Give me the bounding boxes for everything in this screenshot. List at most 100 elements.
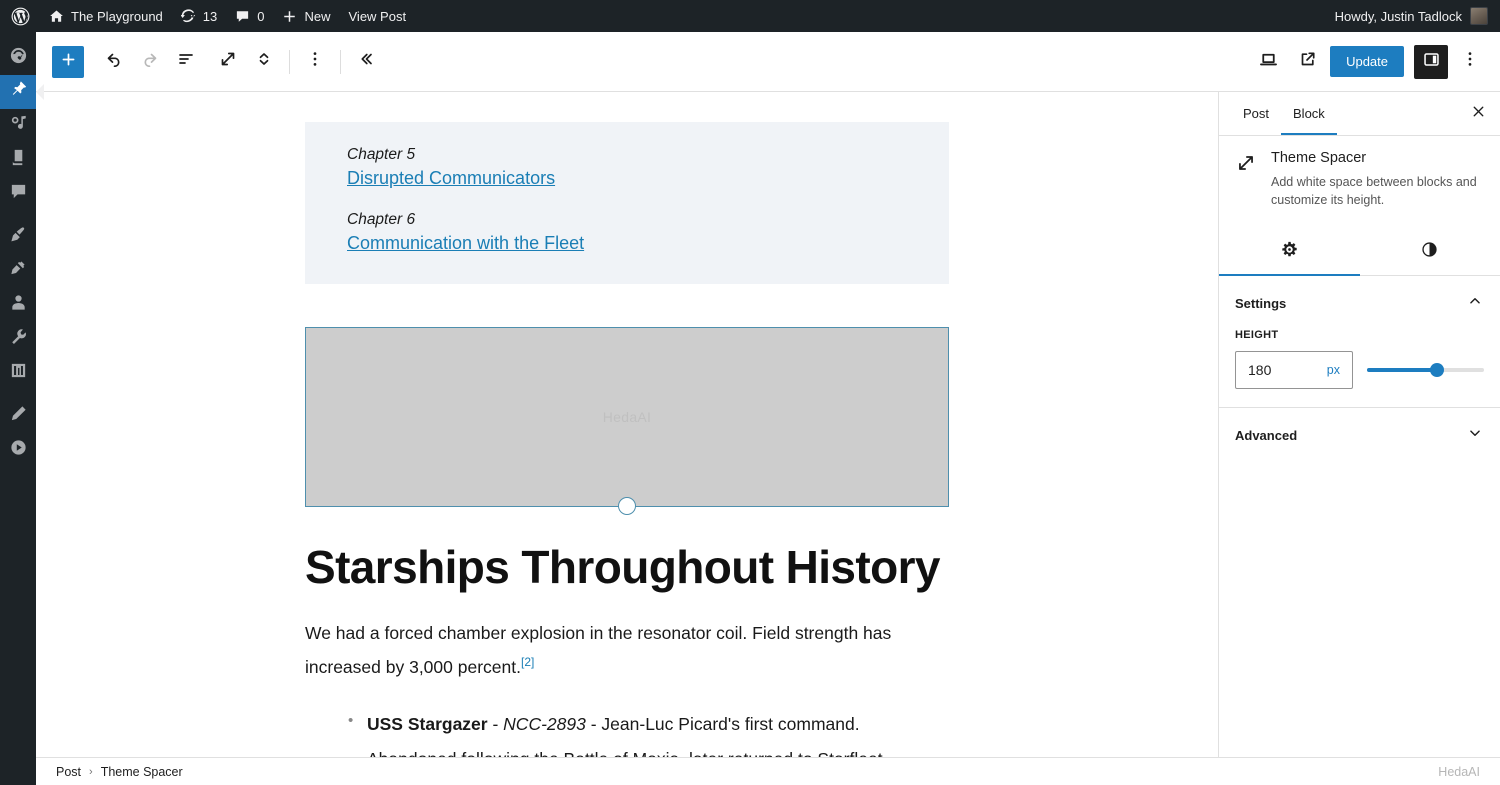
undo-arrow-icon — [104, 49, 124, 74]
height-unit-label[interactable]: px — [1321, 363, 1340, 377]
menu-top-spacer — [0, 32, 36, 41]
sidebar-item-users[interactable] — [0, 288, 36, 322]
home-icon — [49, 9, 64, 24]
toolbar-divider-2 — [340, 49, 341, 74]
breadcrumb-post[interactable]: Post — [50, 765, 87, 779]
advanced-panel-header[interactable]: Advanced — [1219, 408, 1500, 461]
block-card: Theme Spacer Add white space between blo… — [1219, 136, 1500, 214]
sidebar-item-settings[interactable] — [0, 356, 36, 390]
post-paragraph[interactable]: We had a forced chamber explosion in the… — [305, 616, 949, 685]
wordpress-logo-icon — [11, 7, 30, 26]
settings-panel-header[interactable]: Settings — [1219, 276, 1500, 329]
undo-button[interactable] — [96, 44, 132, 80]
settings-sidebar: Post Block Theme Spacer Add white space … — [1218, 92, 1500, 785]
block-options-button[interactable] — [297, 44, 333, 80]
sidebar-panel-icon — [1422, 50, 1441, 74]
paragraph-text: We had a forced chamber explosion in the… — [305, 622, 892, 678]
sidebar-item-comments[interactable] — [0, 177, 36, 211]
starship-registry: NCC-2893 — [503, 713, 586, 734]
height-slider[interactable] — [1367, 361, 1484, 379]
sidebar-item-player[interactable] — [0, 433, 36, 467]
sidebar-item-posts[interactable] — [0, 75, 44, 109]
subtab-settings[interactable] — [1219, 230, 1360, 276]
breadcrumb-theme-spacer[interactable]: Theme Spacer — [95, 765, 189, 779]
block-card-title: Theme Spacer — [1271, 150, 1367, 166]
close-sidebar-button[interactable] — [1460, 96, 1496, 132]
toc-chapter-label: Chapter 5 — [347, 146, 416, 163]
theme-spacer-block[interactable]: HedaAI — [305, 327, 949, 515]
settings-panel: Settings HEIGHT px — [1219, 276, 1500, 407]
post-document: Chapter 5 Disrupted Communicators Chapte… — [36, 92, 1218, 785]
editor-header-toolbar: Update — [36, 32, 1500, 92]
height-input[interactable] — [1248, 361, 1321, 378]
diagonal-arrows-icon — [1235, 156, 1257, 178]
slider-fill — [1367, 367, 1438, 372]
sidebar-item-appearance[interactable] — [0, 220, 36, 254]
updates-button[interactable]: 13 — [172, 0, 226, 32]
spacer-resize-handle[interactable] — [618, 497, 636, 515]
user-icon — [9, 293, 28, 317]
diagonal-arrows-icon — [218, 49, 238, 74]
breadcrumb-separator: › — [89, 765, 93, 778]
wordpress-logo-button[interactable] — [0, 0, 40, 32]
add-block-button[interactable] — [52, 45, 84, 78]
height-input-wrapper[interactable]: px — [1235, 350, 1353, 389]
editor-footer: Post › Theme Spacer HedaAI — [36, 757, 1500, 785]
media-icon — [9, 114, 28, 138]
list-view-button[interactable] — [168, 44, 204, 80]
sidebar-item-media[interactable] — [0, 109, 36, 143]
tab-post[interactable]: Post — [1231, 93, 1281, 135]
sidebar-item-editor[interactable] — [0, 399, 36, 433]
collapse-toolbar-button[interactable] — [348, 44, 384, 80]
toc-link[interactable]: Communication with the Fleet — [347, 233, 907, 254]
toc-link[interactable]: Disrupted Communicators — [347, 168, 907, 189]
redo-button[interactable] — [132, 44, 168, 80]
menu-divider-1 — [0, 211, 36, 220]
footer-watermark: HedaAI — [1438, 764, 1480, 779]
half-circle-icon — [1420, 240, 1439, 264]
toc-entry: Chapter 6 Communication with the Fleet — [347, 211, 907, 254]
more-options-button[interactable] — [1452, 44, 1488, 80]
sidebar-item-pages[interactable] — [0, 143, 36, 177]
editor-canvas[interactable]: Chapter 5 Disrupted Communicators Chapte… — [36, 92, 1218, 785]
settings-sidebar-toggle[interactable] — [1414, 44, 1448, 79]
subtab-styles[interactable] — [1360, 230, 1500, 276]
comments-button[interactable]: 0 — [226, 0, 273, 32]
site-name-label: The Playground — [71, 8, 163, 24]
vertical-dots-icon — [305, 49, 325, 74]
slider-thumb[interactable] — [1430, 362, 1445, 377]
view-post-button[interactable]: View Post — [340, 0, 416, 32]
tab-block[interactable]: Block — [1281, 93, 1337, 135]
sidebar-item-tools[interactable] — [0, 322, 36, 356]
paintbrush-icon — [9, 225, 28, 249]
account-menu[interactable]: Howdy, Justin Tadlock — [1335, 7, 1500, 25]
sidebar-subtabs — [1219, 230, 1500, 276]
sidebar-item-dashboard[interactable] — [0, 41, 36, 75]
block-type-spacer-button[interactable] — [210, 44, 246, 80]
new-content-label: New — [304, 8, 331, 24]
footnote-reference[interactable]: [2] — [521, 655, 534, 669]
update-button[interactable]: Update — [1330, 46, 1404, 77]
starship-name: USS Stargazer — [367, 713, 488, 734]
wrench-icon — [9, 327, 28, 351]
site-name-button[interactable]: The Playground — [40, 0, 172, 32]
height-field-label: HEIGHT — [1235, 328, 1279, 341]
view-post-external-button[interactable] — [1290, 44, 1326, 80]
new-content-button[interactable]: New — [273, 0, 339, 32]
comment-bubble-icon — [235, 9, 250, 24]
settings-panel-title: Settings — [1235, 295, 1287, 311]
comment-icon — [9, 182, 28, 206]
sidebar-item-plugins[interactable] — [0, 254, 36, 288]
table-of-contents-block[interactable]: Chapter 5 Disrupted Communicators Chapte… — [305, 122, 949, 284]
move-block-button[interactable] — [246, 44, 282, 80]
block-card-text: Theme Spacer Add white space between blo… — [1271, 150, 1484, 210]
chevron-down-icon — [1466, 424, 1484, 447]
content-column: Chapter 5 Disrupted Communicators Chapte… — [305, 122, 949, 776]
preview-device-button[interactable] — [1250, 44, 1286, 80]
comments-count: 0 — [257, 8, 265, 24]
gear-icon — [1280, 240, 1299, 264]
spacer-watermark: HedaAI — [602, 409, 652, 425]
admin-bar: The Playground 13 0 New View Post Howdy,… — [0, 0, 1500, 32]
page-title[interactable]: Starships Throughout History — [305, 542, 949, 593]
list-dash: - — [487, 713, 504, 734]
